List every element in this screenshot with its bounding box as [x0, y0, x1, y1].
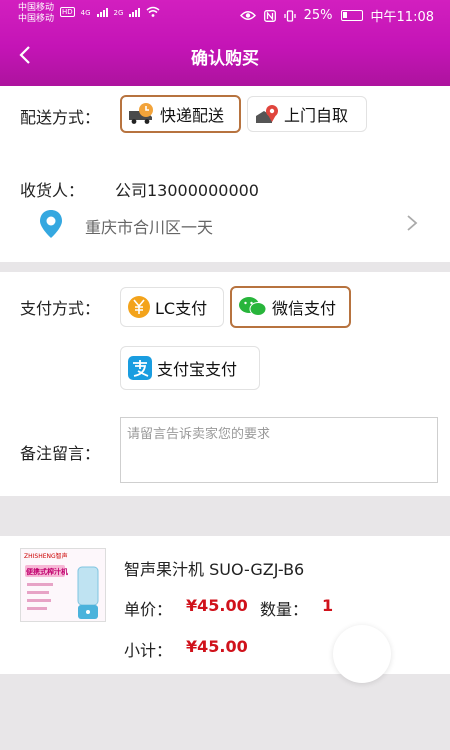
subtotal-label: 小计：	[124, 641, 173, 660]
recipient-label: 收货人：	[20, 181, 85, 200]
address-row[interactable]: 重庆市合川区一天	[0, 204, 450, 244]
network-1: 4G	[80, 9, 91, 17]
thumb-brand: ZHISHENG智声	[24, 553, 68, 560]
signal-indicators: HD 4G 2G	[60, 6, 160, 17]
battery-percent: 25%	[303, 8, 333, 23]
thumb-title: 便携式榨汁机	[26, 568, 68, 576]
pickup-pin-icon	[256, 105, 278, 123]
page-title: 确认购买	[191, 49, 259, 69]
battery-icon	[340, 10, 363, 21]
product-thumbnail: ZHISHENG智声 便携式榨汁机	[20, 548, 106, 622]
yen-coin-icon	[128, 296, 150, 318]
floating-action-button[interactable]	[333, 625, 391, 683]
payment-option-lc[interactable]: LC支付	[120, 287, 224, 327]
payment-section: 支付方式： LC支付 微信支付 支付宝支付 备注留言：	[0, 272, 450, 496]
quantity-value: 1	[322, 596, 334, 615]
status-bar: 中国移动 中国移动 HD 4G 2G 25% 中午11:08	[0, 0, 450, 30]
alipay-icon	[128, 356, 152, 380]
app-header: 中国移动 中国移动 HD 4G 2G 25% 中午11:08 确认购买	[0, 0, 450, 86]
quantity-label: 数量：	[260, 600, 309, 619]
location-pin-icon	[40, 210, 62, 238]
payment-option-wechat[interactable]: 微信支付	[230, 286, 351, 328]
unit-price: ¥45.00	[186, 596, 248, 615]
payment-option-label: 微信支付	[272, 299, 337, 318]
network-2: 2G	[113, 9, 124, 17]
juicer-image-icon	[77, 566, 99, 619]
nfc-icon	[263, 9, 276, 22]
subtotal-value: ¥45.00	[186, 637, 248, 656]
unit-price-label: 单价：	[124, 600, 173, 619]
recipient-value: 公司13000000000	[115, 181, 259, 200]
status-right: 25% 中午11:08	[239, 6, 434, 25]
remark-input[interactable]	[120, 417, 438, 483]
chevron-right-icon	[407, 215, 418, 231]
product-name: 智声果汁机 SUO-GZJ-B6	[124, 560, 305, 579]
wechat-icon	[239, 297, 267, 316]
remark-label: 备注留言：	[20, 444, 101, 463]
wifi-icon	[146, 6, 160, 17]
payment-option-alipay[interactable]: 支付宝支付	[120, 346, 260, 390]
payment-option-label: 支付宝支付	[157, 360, 238, 379]
signal-bars-icon	[129, 8, 141, 17]
delivery-option-label: 上门自取	[284, 106, 349, 125]
carrier-1: 中国移动	[18, 3, 55, 13]
delivery-label: 配送方式：	[20, 108, 101, 127]
truck-clock-icon	[129, 103, 153, 124]
clock: 中午11:08	[370, 10, 434, 25]
hd-badge: HD	[60, 7, 75, 17]
delivery-option-pickup[interactable]: 上门自取	[247, 96, 367, 132]
eye-icon	[239, 11, 256, 20]
carrier-2: 中国移动	[18, 14, 55, 24]
payment-option-label: LC支付	[155, 299, 208, 318]
delivery-option-label: 快递配送	[160, 106, 225, 125]
signal-bars-icon	[96, 8, 108, 17]
carrier-info: 中国移动 中国移动	[18, 3, 54, 25]
delivery-section: 配送方式： 快递配送 上门自取 收货人： 公司13000000000 重庆市合川…	[0, 86, 450, 262]
vibrate-icon	[283, 9, 296, 22]
delivery-option-express[interactable]: 快递配送	[120, 95, 241, 133]
payment-label: 支付方式：	[20, 299, 101, 318]
address-text: 重庆市合川区一天	[85, 218, 214, 237]
